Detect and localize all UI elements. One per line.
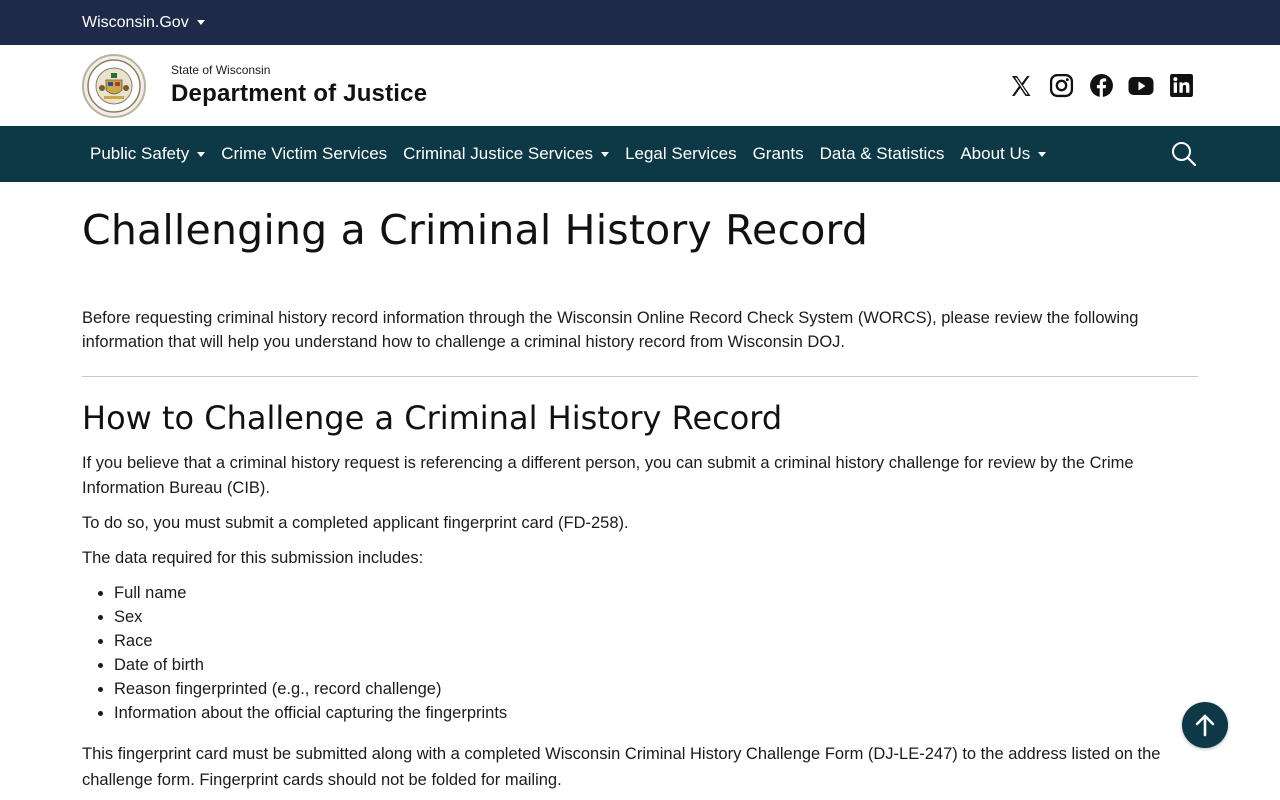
nav-item-label: About Us: [960, 144, 1031, 163]
list-item: Reason fingerprinted (e.g., record chall…: [114, 677, 1198, 701]
caret-down-icon: [1038, 151, 1047, 157]
nav-item-label: Crime Victim Services: [221, 144, 388, 163]
list-item: Sex: [114, 605, 1198, 629]
nav-item-crime-victim-services[interactable]: Crime Victim Services: [221, 144, 387, 164]
youtube-icon[interactable]: [1128, 73, 1154, 99]
paragraph-submission: This fingerprint card must be submitted …: [82, 745, 1161, 789]
nav-item-label: Public Safety: [90, 144, 190, 163]
intro-paragraph: Before requesting criminal history recor…: [82, 309, 1139, 351]
list-item: Information about the official capturing…: [114, 701, 1198, 725]
instagram-icon[interactable]: [1048, 73, 1074, 99]
nav-item-criminal-justice-services[interactable]: Criminal Justice Services: [403, 144, 610, 164]
section-title: How to Challenge a Criminal History Reco…: [82, 399, 783, 437]
nav-item-label: Grants: [752, 144, 804, 163]
nav-item-about-us[interactable]: About Us: [960, 144, 1047, 164]
wisconsin-gov-dropdown[interactable]: Wisconsin.Gov: [82, 14, 205, 32]
arrow-up-icon: [1195, 714, 1215, 737]
paragraph-fingerprint-card: To do so, you must submit a completed ap…: [82, 514, 629, 532]
list-item: Date of birth: [114, 653, 1198, 677]
social-links: [1008, 73, 1194, 99]
site-header: State of Wisconsin Department of Justice: [0, 45, 1280, 126]
paragraph-challenge-intro: If you believe that a criminal history r…: [82, 454, 1134, 497]
wisconsin-gov-label: Wisconsin.Gov: [82, 13, 189, 31]
search-icon: [1172, 142, 1197, 167]
nav-item-grants[interactable]: Grants: [753, 144, 804, 164]
section-divider: [82, 376, 1198, 377]
list-item: Full name: [114, 581, 1198, 605]
nav-list: Public Safety Crime Victim Services Crimin…: [90, 144, 1062, 164]
nav-item-label: Data & Statistics: [819, 144, 945, 163]
doj-seal-logo: [82, 53, 146, 118]
paragraph-data-required: The data required for this submission in…: [82, 549, 424, 567]
nav-item-label: Criminal Justice Services: [403, 144, 594, 163]
nav-item-data-statistics[interactable]: Data & Statistics: [820, 144, 945, 164]
caret-down-icon: [197, 151, 206, 157]
caret-down-icon: [196, 20, 205, 25]
main-content: Challenging a Criminal History Record Be…: [0, 182, 1280, 793]
nav-item-label: Legal Services: [625, 144, 737, 163]
required-data-list: Full nameSexRaceDate of birthReason fing…: [114, 581, 1198, 725]
search-button[interactable]: [1170, 140, 1198, 168]
list-item: Race: [114, 629, 1198, 653]
nav-item-legal-services[interactable]: Legal Services: [625, 144, 737, 164]
main-navigation: Public Safety Crime Victim Services Crimin…: [0, 126, 1280, 182]
facebook-icon[interactable]: [1088, 73, 1114, 99]
state-label: State of Wisconsin: [171, 63, 271, 77]
linkedin-icon[interactable]: [1168, 73, 1194, 99]
x-icon[interactable]: [1008, 73, 1034, 99]
caret-down-icon: [601, 151, 610, 157]
back-to-top-button[interactable]: [1182, 702, 1228, 748]
brand-home-link[interactable]: State of Wisconsin Department of Justice: [82, 53, 428, 118]
top-utility-bar: Wisconsin.Gov: [0, 0, 1280, 45]
nav-item-public-safety[interactable]: Public Safety: [90, 144, 206, 164]
agency-name: Department of Justice: [171, 80, 428, 107]
page-title: Challenging a Criminal History Record: [82, 206, 869, 254]
